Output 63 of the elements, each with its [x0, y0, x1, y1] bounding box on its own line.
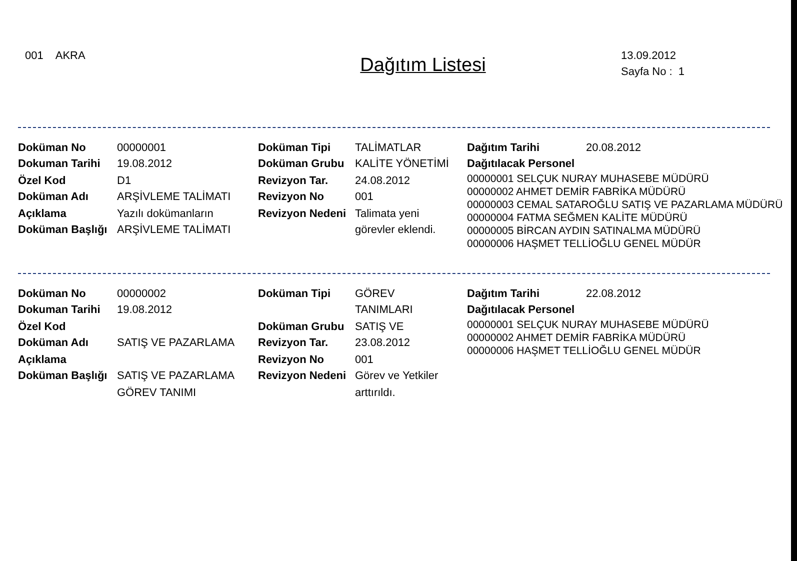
field-label: Dokuman Tarihi	[18, 303, 102, 318]
personnel-entry: 00000006 HAŞMET TELLİOĞLU GENEL MÜDÜR	[467, 344, 702, 358]
field-label: Doküman Başlığı	[18, 223, 108, 238]
field-value: ARŞİVLEME TALİMATI	[117, 222, 232, 238]
field-label: Doküman Grubu	[258, 320, 346, 334]
section-label: Dağıtılacak Personel	[467, 303, 576, 318]
field-value: TALİMATLAR	[355, 140, 422, 156]
page-label: Sayfa No :	[621, 65, 672, 80]
field-label: Özel Kod	[18, 320, 67, 334]
field-value: GÖREV TANIMLARI	[355, 286, 414, 318]
field-label: Revizyon Tar.	[258, 174, 330, 188]
personnel-entry: 00000006 HAŞMET TELLİOĞLU GENEL MÜDÜR	[467, 238, 702, 250]
field-value: 00000001	[117, 140, 167, 156]
report-title: Dağıtım Listesi	[360, 54, 486, 78]
field-value: Görev ve Yetkiler arttırıldı.	[355, 369, 440, 400]
field-value: Talimata yeni görevler eklendi.	[355, 206, 437, 238]
field-value: 23.08.2012	[355, 336, 412, 351]
field-value: SATIŞ VE PAZARLAMA	[117, 336, 235, 351]
field-label: Doküman No	[18, 286, 87, 302]
field-label: Özel Kod	[18, 174, 67, 188]
field-label: Revizyon Nedeni	[258, 369, 348, 384]
field-value: KALİTE YÖNETİMİ	[355, 156, 450, 172]
personnel-entry: 00000003 CEMAL SATAROĞLU SATIŞ VE PAZARLAMA MÜDÜRÜ	[467, 198, 783, 212]
field-value: SATIŞ VE PAZARLAMA GÖREV TANIMI	[117, 369, 235, 400]
field-value: SATIŞ VE	[355, 320, 405, 334]
field-label: Revizyon Nedeni	[258, 206, 348, 222]
field-value: 19.08.2012	[117, 303, 174, 318]
field-label: Doküman Tipi	[258, 286, 332, 302]
field-label: Revizyon No	[258, 352, 326, 368]
field-label: Dokuman Tarihi	[18, 157, 102, 172]
field-label: Doküman No	[18, 140, 87, 156]
field-value: ARŞİVLEME TALİMATI	[117, 190, 232, 205]
section-label: Dağıtılacak Personel	[467, 157, 576, 172]
field-label: Doküman Tipi	[258, 140, 332, 156]
field-label: Revizyon Tar.	[258, 336, 330, 351]
field-value: 20.08.2012	[586, 140, 642, 156]
field-value: 00000002	[117, 286, 167, 302]
personnel-entry: 00000005 BİRCAN AYDIN SATINALMA MÜDÜRÜ	[467, 224, 702, 238]
field-label: Revizyon No	[258, 190, 326, 205]
personnel-entry: 00000004 FATMA SEĞMEN KALİTE MÜDÜRÜ	[467, 212, 688, 224]
company-code: 001	[25, 49, 44, 64]
personnel-entry: 00000002 AHMET DEMİR FABRİKA MÜDÜRÜ	[467, 332, 687, 344]
field-value: 24.08.2012	[355, 174, 412, 188]
personnel-entry: 00000002 AHMET DEMİR FABRİKA MÜDÜRÜ	[467, 186, 687, 198]
field-label: Doküman Adı	[18, 190, 90, 205]
field-label: Doküman Grubu	[258, 157, 346, 172]
company-name: AKRA	[55, 49, 86, 64]
field-label: Açıklama	[18, 206, 68, 222]
field-value: D1	[117, 174, 132, 188]
field-value: Yazılı dokümanların	[117, 206, 214, 222]
field-value: 19.08.2012	[117, 157, 174, 172]
field-value: 001	[355, 352, 374, 368]
print-date: 13.09.2012	[621, 49, 678, 64]
field-value: 22.08.2012	[586, 286, 642, 302]
page-number: 1	[678, 65, 684, 80]
field-label: Dağıtım Tarihi	[467, 140, 541, 156]
field-label: Doküman Başlığı	[18, 369, 108, 384]
field-label: Açıklama	[18, 352, 68, 368]
field-value: 001	[355, 190, 374, 205]
personnel-entry: 00000001 SELÇUK NURAY MUHASEBE MÜDÜRÜ	[467, 318, 709, 332]
field-label: Dağıtım Tarihi	[467, 286, 541, 302]
field-label: Doküman Adı	[18, 336, 90, 351]
personnel-entry: 00000001 SELÇUK NURAY MUHASEBE MÜDÜRÜ	[467, 172, 710, 186]
